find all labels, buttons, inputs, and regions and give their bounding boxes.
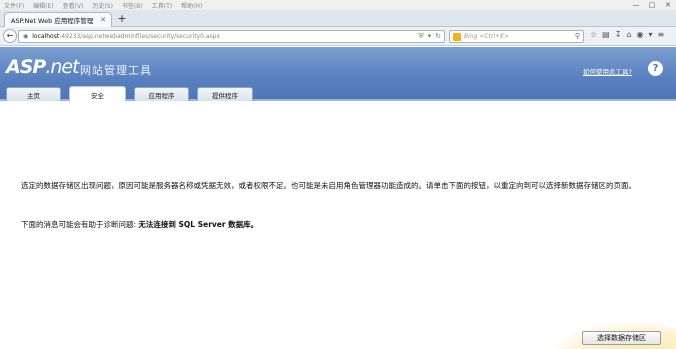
- menu-view[interactable]: 查看(V): [63, 1, 84, 10]
- menu-edit[interactable]: 编辑(E): [33, 1, 53, 10]
- help-icon[interactable]: ?: [648, 61, 663, 76]
- tab-providers[interactable]: 提供程序: [197, 87, 253, 101]
- shield-icon[interactable]: ⛨: [418, 32, 423, 41]
- bookmark-star-icon[interactable]: ☆: [590, 30, 597, 39]
- choose-data-store-button[interactable]: 选择数据存储区: [582, 331, 661, 345]
- menu-file[interactable]: 文件(F): [4, 1, 24, 10]
- app-title: 网站管理工具: [80, 64, 152, 77]
- download-icon[interactable]: ↧: [615, 30, 622, 39]
- toolbar-icons: ☆ ▤ ↧ ⌂ ◉ ▾ ≡: [590, 30, 664, 39]
- close-icon[interactable]: ✕: [660, 0, 676, 10]
- logo-net: .net: [45, 56, 79, 78]
- browser-navbar: ← ◉ localhost:49233/asp.netwebadminfiles…: [0, 27, 676, 46]
- menu-history[interactable]: 历史(S): [92, 1, 113, 10]
- browser-tab-title: ASP.Net Web 应用程序管理: [11, 17, 94, 25]
- help-link[interactable]: 如何使用此工具?: [583, 66, 632, 76]
- tab-security[interactable]: 安全: [69, 86, 126, 102]
- menu-icon[interactable]: ≡: [658, 30, 665, 39]
- home-icon[interactable]: ⌂: [626, 30, 631, 39]
- error-message: 选定的数据存储区出现问题，原因可能是服务器名称或凭据无效，或者权限不足。也可能是…: [21, 181, 636, 190]
- pocket-icon[interactable]: ◉: [637, 30, 644, 39]
- menu-help[interactable]: 帮助(H): [181, 1, 202, 10]
- browser-menubar: 文件(F) 编辑(E) 查看(V) 历史(S) 书签(B) 工具(T) 帮助(H…: [0, 0, 676, 10]
- tab-application[interactable]: 应用程序: [134, 87, 189, 101]
- tab-close-icon[interactable]: ✕: [100, 16, 106, 24]
- search-bar[interactable]: Bing <Ctrl+K> ⚲: [449, 30, 584, 43]
- window-controls: — □ ✕: [628, 0, 676, 10]
- menu-tools[interactable]: 工具(T): [152, 1, 172, 10]
- bing-icon[interactable]: [453, 32, 461, 41]
- url-path: :49233/asp.netwebadminfiles/security/sec…: [59, 33, 220, 40]
- diagnostic-prefix: 下面的消息可能会有助于诊断问题:: [21, 220, 139, 229]
- url-icons: ⛨ ▾ ↻: [418, 32, 441, 41]
- asp-net-logo: ASP.net: [6, 56, 80, 78]
- dropdown-icon[interactable]: ▾: [649, 30, 653, 39]
- menu-bookmarks[interactable]: 书签(B): [122, 1, 143, 10]
- back-arrow-icon[interactable]: ←: [3, 29, 17, 43]
- search-placeholder: Bing <Ctrl+K>: [464, 33, 509, 40]
- diagnostic-error: 无法连接到 SQL Server 数据库。: [138, 220, 259, 229]
- page-header: ASP.net 网站管理工具 如何使用此工具? ? 主页 安全 应用程序 提供程…: [0, 47, 676, 102]
- new-tab-button[interactable]: +: [116, 13, 128, 25]
- maximize-icon[interactable]: □: [644, 0, 660, 10]
- browser-tab-active[interactable]: ASP.Net Web 应用程序管理 ✕: [4, 12, 112, 27]
- dropdown-arrow-icon[interactable]: ▾: [428, 32, 432, 41]
- browser-tabstrip: ASP.Net Web 应用程序管理 ✕ +: [0, 10, 676, 27]
- tab-home[interactable]: 主页: [6, 87, 61, 101]
- diagnostic-message: 下面的消息可能会有助于诊断问题: 无法连接到 SQL Server 数据库。: [21, 219, 258, 230]
- reload-icon[interactable]: ↻: [435, 32, 441, 41]
- logo-asp: ASP: [6, 56, 46, 78]
- minimize-icon[interactable]: —: [628, 0, 644, 10]
- globe-icon: ◉: [23, 33, 29, 40]
- url-host: localhost: [32, 33, 60, 40]
- search-icon[interactable]: ⚲: [575, 32, 580, 40]
- url-bar[interactable]: ◉ localhost:49233/asp.netwebadminfiles/s…: [18, 30, 445, 43]
- bookmarks-menu-icon[interactable]: ▤: [602, 30, 610, 39]
